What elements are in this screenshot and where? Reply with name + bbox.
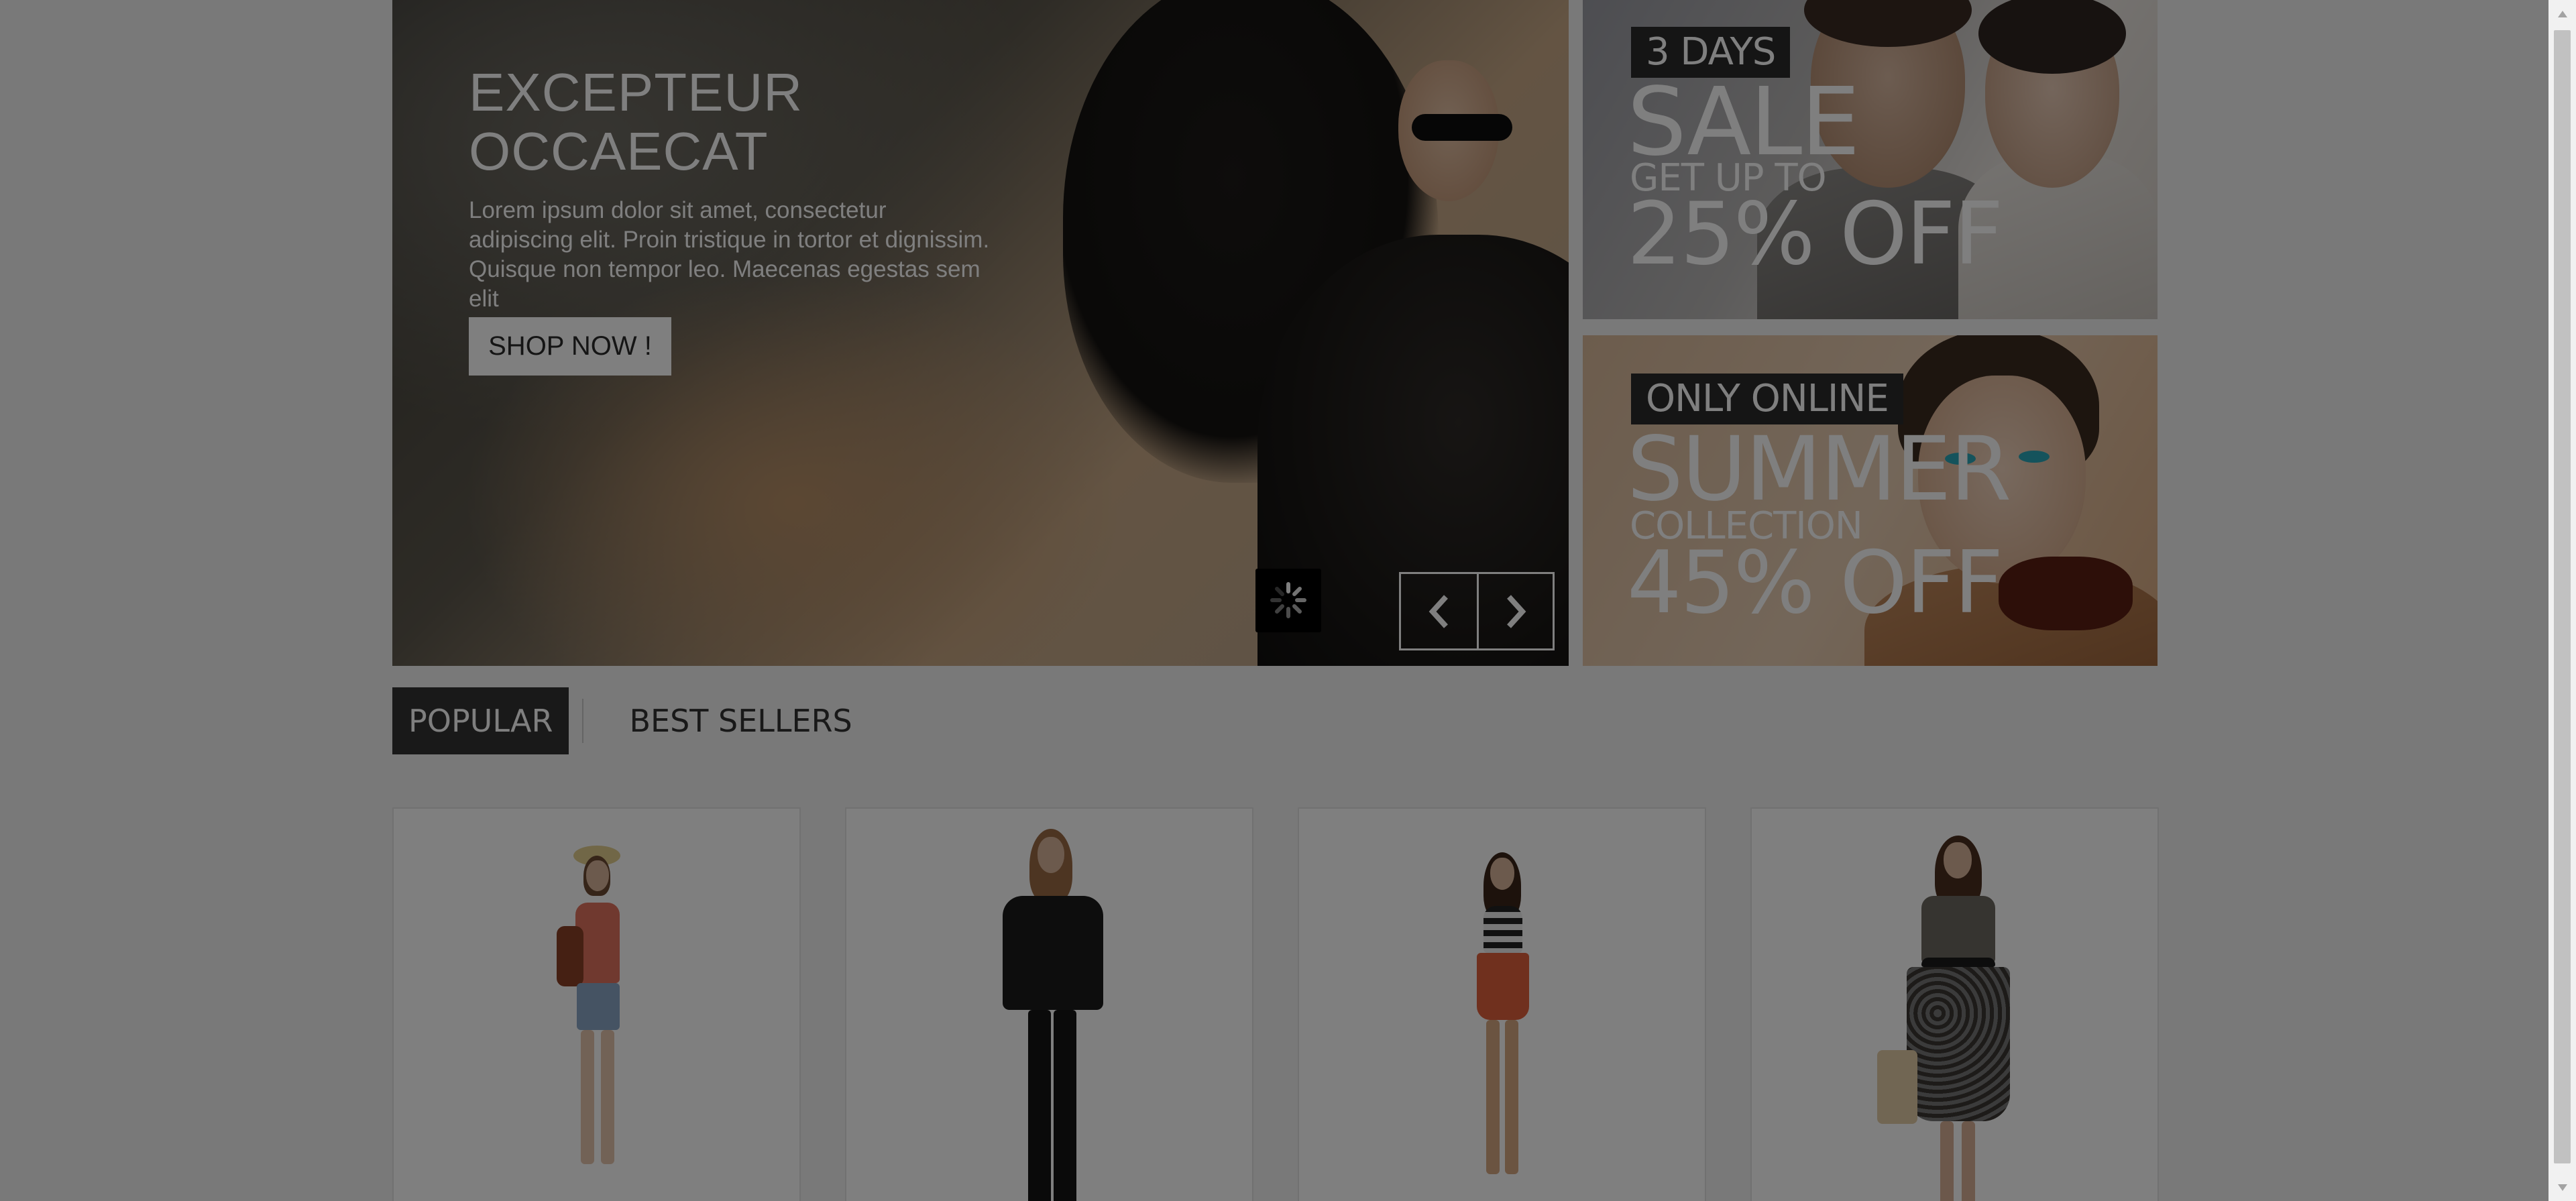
hero-slider: EXCEPTEUR OCCAECAT Lorem ipsum dolor sit… [392, 0, 1569, 666]
shop-now-button[interactable]: SHOP NOW ! [469, 317, 671, 376]
product-card[interactable] [845, 807, 1253, 1201]
product-image [537, 846, 657, 1201]
banner-offer: 25% OFF [1627, 184, 2003, 284]
eye-shadow-right [2019, 451, 2050, 463]
product-card[interactable] [392, 807, 801, 1201]
product-card[interactable] [1298, 807, 1706, 1201]
product-image [969, 829, 1130, 1201]
hero-title-line1: EXCEPTEUR [469, 62, 803, 122]
chevron-left-icon [1429, 594, 1448, 628]
banner-tag: ONLY ONLINE [1631, 374, 1903, 424]
product-card[interactable] [1750, 807, 2159, 1201]
banner-offer: 45% OFF [1627, 533, 2003, 633]
hero-caption: EXCEPTEUR OCCAECAT Lorem ipsum dolor sit… [469, 63, 1005, 314]
spinner-icon [1270, 582, 1306, 618]
vertical-scrollbar[interactable] [2549, 0, 2576, 1201]
banner-headline: SUMMER [1627, 418, 2011, 521]
triangle-down-icon [2557, 1184, 2567, 1191]
scroll-up-button[interactable] [2549, 0, 2576, 27]
scroll-down-button[interactable] [2549, 1174, 2576, 1201]
tab-divider [582, 699, 584, 743]
slider-next-button[interactable] [1477, 574, 1553, 648]
promo-banner-sale[interactable]: 3 DAYS SALE GET UP TO 25% OFF [1583, 0, 2158, 319]
tab-popular[interactable]: POPULAR [392, 687, 569, 754]
loading-indicator [1255, 569, 1321, 632]
hero-title: EXCEPTEUR OCCAECAT [469, 63, 1005, 181]
promo-banner-summer[interactable]: ONLY ONLINE SUMMER COLLECTION 45% OFF [1583, 335, 2158, 666]
page: EXCEPTEUR OCCAECAT Lorem ipsum dolor sit… [0, 0, 2549, 1201]
scroll-thumb[interactable] [2554, 30, 2571, 1163]
banner-model-sunglasses [1999, 557, 2133, 630]
tab-best-sellers[interactable]: BEST SELLERS [613, 687, 868, 754]
slider-prev-button[interactable] [1401, 574, 1477, 648]
slider-navigation [1399, 572, 1555, 650]
triangle-up-icon [2557, 10, 2567, 17]
chevron-right-icon [1507, 594, 1526, 628]
product-tabs: POPULAR BEST SELLERS [392, 687, 869, 754]
hero-model-woman-sunglasses [1412, 114, 1512, 141]
hero-title-line2: OCCAECAT [469, 121, 769, 181]
product-image [1868, 836, 2042, 1201]
hero-description: Lorem ipsum dolor sit amet, consectetur … [469, 197, 990, 312]
product-image [1442, 852, 1563, 1201]
